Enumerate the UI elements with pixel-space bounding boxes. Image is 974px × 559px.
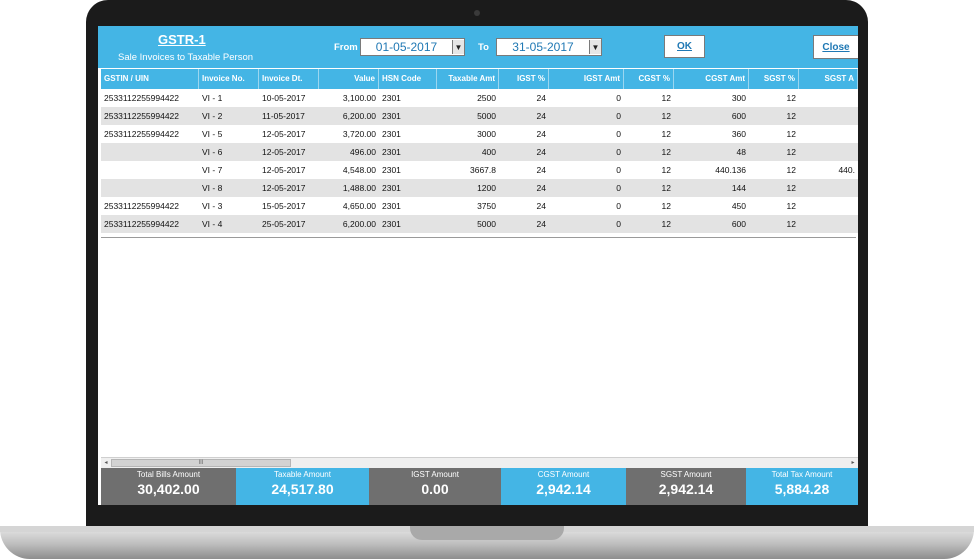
scroll-left-icon[interactable]: ◂ [101, 458, 111, 468]
summary-value: 2,942.14 [536, 481, 591, 497]
page-title: GSTR-1 [158, 32, 206, 47]
horizontal-scrollbar[interactable]: ◂ III ▸ [101, 457, 858, 468]
summary-value: 2,942.14 [658, 481, 714, 497]
close-button[interactable]: Close [813, 35, 858, 59]
column-header[interactable]: Value [319, 69, 379, 89]
summary-label: Total Tax Amount [771, 470, 833, 479]
to-label: To [478, 42, 489, 53]
summary-label: Taxable Amount [274, 470, 331, 479]
summary-label: SGST Amount [660, 470, 712, 479]
app-window: GSTR-1 Sale Invoices to Taxable Person F… [98, 26, 858, 505]
summary-tile: CGST Amount 2,942.14 [501, 468, 626, 505]
summary-bar: Total Bills Amount 30,402.00 Taxable Amoun… [101, 468, 858, 505]
column-header[interactable]: IGST % [499, 69, 549, 89]
column-header[interactable]: SGST A [799, 69, 858, 89]
header-bar: GSTR-1 Sale Invoices to Taxable Person F… [98, 26, 858, 68]
column-header[interactable]: CGST Amt [674, 69, 749, 89]
chevron-down-icon[interactable]: ▼ [452, 40, 464, 54]
column-header[interactable]: Taxable Amt [437, 69, 499, 89]
summary-tile: Total Tax Amount 5,884.28 [746, 468, 858, 505]
summary-value: 24,517.80 [271, 481, 334, 497]
column-header[interactable]: Invoice No. [199, 69, 259, 89]
laptop-notch [410, 526, 564, 540]
summary-value: 30,402.00 [137, 481, 200, 497]
summary-value: 5,884.28 [774, 481, 830, 497]
page-subtitle: Sale Invoices to Taxable Person [118, 52, 254, 63]
column-header[interactable]: SGST % [749, 69, 799, 89]
to-date-value[interactable]: 31-05-2017 [497, 40, 589, 54]
ok-button[interactable]: OK [664, 35, 705, 58]
scroll-right-icon[interactable]: ▸ [848, 458, 858, 468]
to-date-picker[interactable]: 31-05-2017 ▼ [496, 38, 602, 56]
column-header[interactable]: IGST Amt [549, 69, 624, 89]
table-header: GSTIN / UIN Invoice No. Invoice Dt. Value HS… [101, 69, 858, 89]
from-label: From [334, 42, 358, 53]
from-date-value[interactable]: 01-05-2017 [361, 40, 452, 54]
summary-tile: Taxable Amount 24,517.80 [236, 468, 369, 505]
column-header[interactable]: Invoice Dt. [259, 69, 319, 89]
summary-label: Total Bills Amount [136, 470, 201, 479]
chevron-down-icon[interactable]: ▼ [589, 40, 601, 54]
from-date-picker[interactable]: 01-05-2017 ▼ [360, 38, 465, 56]
summary-value: 0.00 [421, 481, 449, 497]
summary-label: CGST Amount [537, 470, 590, 479]
column-header[interactable]: CGST % [624, 69, 674, 89]
summary-label: IGST Amount [411, 470, 459, 479]
scrollbar-thumb[interactable]: III [111, 459, 291, 467]
summary-tile: SGST Amount 2,942.14 [626, 468, 746, 505]
camera-icon [474, 10, 480, 16]
summary-tile: Total Bills Amount 30,402.00 [101, 468, 236, 505]
column-header[interactable]: HSN Code [379, 69, 437, 89]
column-header[interactable]: GSTIN / UIN [101, 69, 199, 89]
table-bottom-border [101, 89, 856, 238]
summary-tile: IGST Amount 0.00 [369, 468, 501, 505]
